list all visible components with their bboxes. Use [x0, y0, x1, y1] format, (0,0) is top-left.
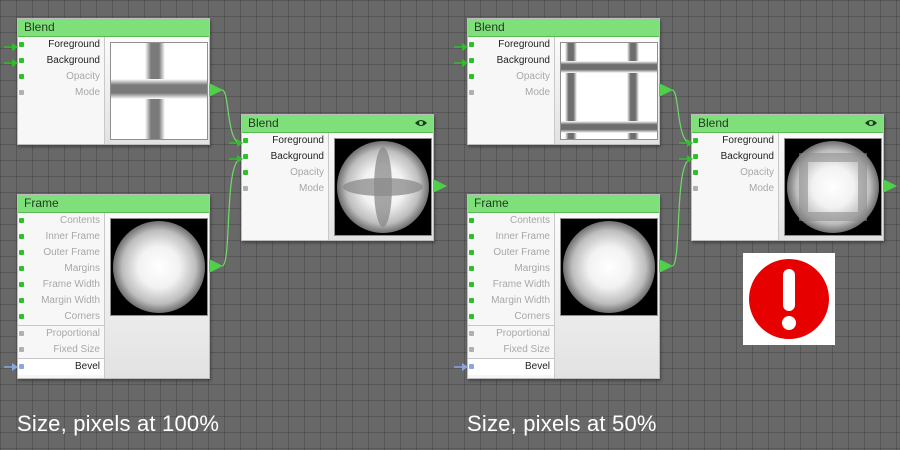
port-opacity[interactable]: Opacity: [692, 165, 778, 181]
eye-icon[interactable]: [865, 118, 877, 128]
input-arrow: [4, 59, 18, 67]
port-fixed-size[interactable]: Fixed Size: [468, 342, 554, 358]
preview-area: [778, 133, 883, 240]
node-title[interactable]: Blend: [242, 115, 433, 133]
port-margins[interactable]: Margins: [18, 261, 104, 277]
port-proportional[interactable]: Proportional: [468, 325, 554, 342]
port-contents[interactable]: Contents: [18, 213, 104, 229]
frame-node[interactable]: Frame Contents Inner Frame Outer Frame M…: [17, 194, 210, 379]
port-inner-frame[interactable]: Inner Frame: [468, 229, 554, 245]
preview-area: [328, 133, 433, 240]
port-mode[interactable]: Mode: [18, 85, 104, 101]
preview-area: [554, 213, 659, 378]
port-opacity[interactable]: Opacity: [468, 69, 554, 85]
alert-panel: [743, 253, 835, 345]
output-port[interactable]: [659, 259, 673, 273]
caption-left: Size, pixels at 100%: [17, 411, 220, 436]
blend-node-foreground[interactable]: Blend Foreground Background Opacity Mode: [17, 18, 210, 145]
port-mode[interactable]: Mode: [242, 181, 328, 197]
blend-node-result[interactable]: Blend Foreground Background Opacity Mode: [691, 114, 884, 241]
port-foreground[interactable]: Foreground: [242, 133, 328, 149]
port-bevel[interactable]: Bevel: [468, 358, 554, 375]
input-arrow: [454, 59, 468, 67]
preview-thumbnail: [110, 42, 208, 140]
input-arrow: [4, 43, 18, 51]
port-opacity[interactable]: Opacity: [18, 69, 104, 85]
node-title[interactable]: Blend: [18, 19, 209, 37]
port-corners[interactable]: Corners: [468, 309, 554, 325]
input-arrow: [229, 155, 243, 163]
port-margins[interactable]: Margins: [468, 261, 554, 277]
port-outer-frame[interactable]: Outer Frame: [468, 245, 554, 261]
preview-area: [104, 213, 209, 378]
preview-area: [554, 37, 659, 144]
preview-thumbnail: [334, 138, 432, 236]
port-opacity[interactable]: Opacity: [242, 165, 328, 181]
port-fixed-size[interactable]: Fixed Size: [18, 342, 104, 358]
blend-node-result[interactable]: Blend Foreground Background Opacity Mode: [241, 114, 434, 241]
input-arrow: [454, 363, 468, 371]
node-title[interactable]: Frame: [18, 195, 209, 213]
port-foreground[interactable]: Foreground: [18, 37, 104, 53]
port-corners[interactable]: Corners: [18, 309, 104, 325]
port-margin-width[interactable]: Margin Width: [18, 293, 104, 309]
input-arrow: [229, 139, 243, 147]
port-background[interactable]: Background: [18, 53, 104, 69]
port-margin-width[interactable]: Margin Width: [468, 293, 554, 309]
input-arrow: [679, 139, 693, 147]
port-bevel[interactable]: Bevel: [18, 358, 104, 375]
output-port[interactable]: [433, 179, 447, 193]
blend-node-foreground[interactable]: Blend Foreground Background Opacity Mode: [467, 18, 660, 145]
caption-right: Size, pixels at 50%: [467, 411, 657, 436]
port-proportional[interactable]: Proportional: [18, 325, 104, 342]
port-mode[interactable]: Mode: [692, 181, 778, 197]
port-outer-frame[interactable]: Outer Frame: [18, 245, 104, 261]
node-title[interactable]: Blend: [468, 19, 659, 37]
port-inner-frame[interactable]: Inner Frame: [18, 229, 104, 245]
port-background[interactable]: Background: [692, 149, 778, 165]
port-frame-width[interactable]: Frame Width: [18, 277, 104, 293]
eye-icon[interactable]: [415, 118, 427, 128]
frame-node[interactable]: Frame Contents Inner Frame Outer Frame M…: [467, 194, 660, 379]
output-port[interactable]: [209, 259, 223, 273]
port-mode[interactable]: Mode: [468, 85, 554, 101]
output-port[interactable]: [883, 179, 897, 193]
input-arrow: [454, 43, 468, 51]
port-contents[interactable]: Contents: [468, 213, 554, 229]
port-frame-width[interactable]: Frame Width: [468, 277, 554, 293]
node-title[interactable]: Frame: [468, 195, 659, 213]
preview-area: [104, 37, 209, 144]
preview-thumbnail: [110, 218, 208, 316]
output-port[interactable]: [659, 83, 673, 97]
port-foreground[interactable]: Foreground: [468, 37, 554, 53]
preview-thumbnail: [560, 218, 658, 316]
preview-thumbnail: [784, 138, 882, 236]
port-background[interactable]: Background: [468, 53, 554, 69]
output-port[interactable]: [209, 83, 223, 97]
input-arrow: [679, 155, 693, 163]
port-foreground[interactable]: Foreground: [692, 133, 778, 149]
node-title[interactable]: Blend: [692, 115, 883, 133]
input-arrow: [4, 363, 18, 371]
port-background[interactable]: Background: [242, 149, 328, 165]
alert-icon: [749, 259, 829, 339]
preview-thumbnail: [560, 42, 658, 140]
